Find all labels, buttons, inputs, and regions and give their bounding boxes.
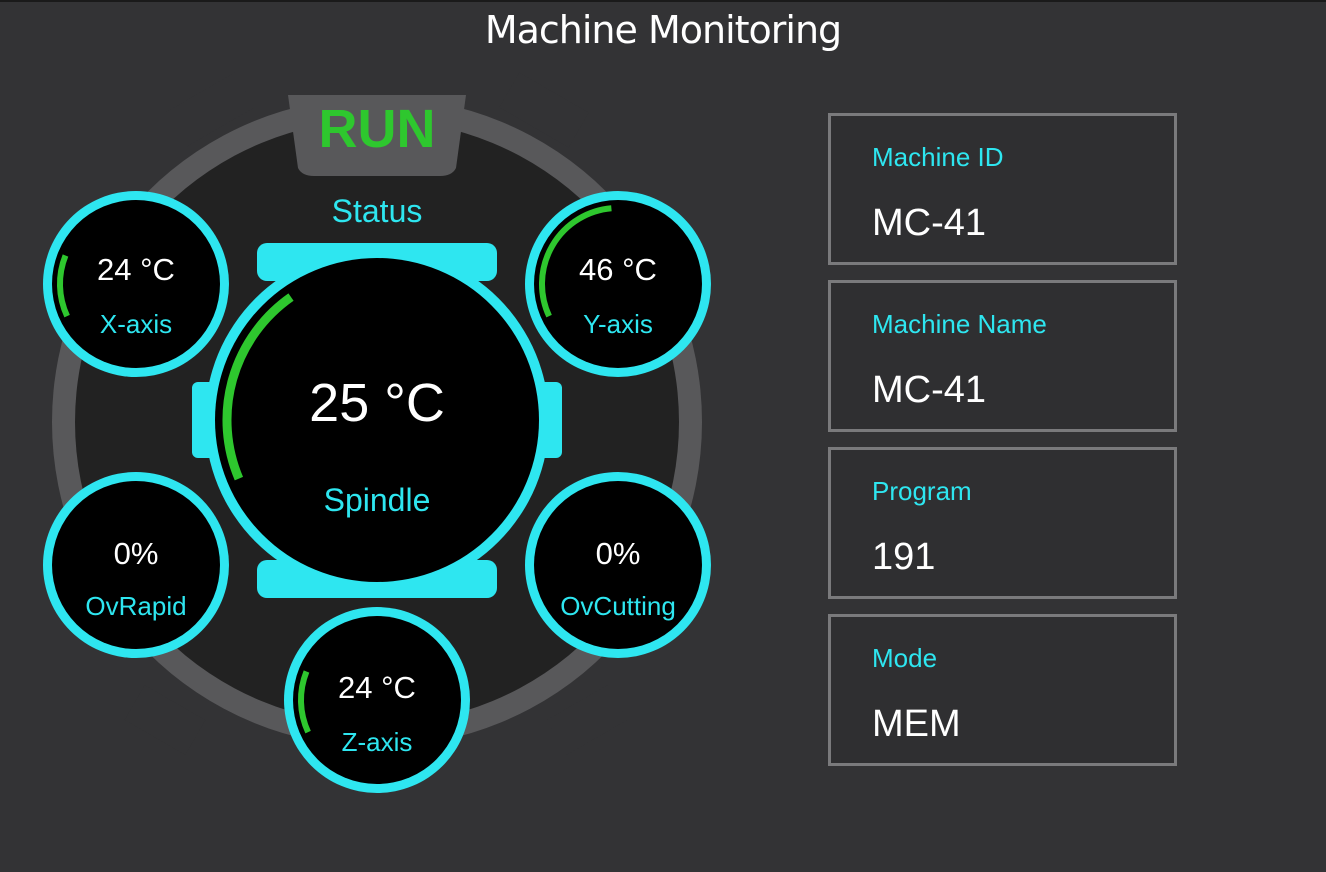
machine-dial-panel: RUN Status 25 °C Spindle 24 °C X-axis 46… bbox=[0, 0, 760, 872]
mode-value: MEM bbox=[872, 703, 961, 745]
ov-rapid-value: 0% bbox=[113, 536, 159, 571]
y-axis-temperature: 46 °C bbox=[579, 252, 657, 287]
program-label: Program bbox=[872, 476, 972, 506]
status-value: RUN bbox=[318, 99, 436, 159]
ov-rapid-label: OvRapid bbox=[85, 591, 187, 621]
x-axis-temperature: 24 °C bbox=[97, 252, 175, 287]
spindle-label: Spindle bbox=[323, 482, 431, 518]
y-axis-label: Y-axis bbox=[583, 309, 653, 339]
mode-label: Mode bbox=[872, 643, 938, 673]
machine-id-label: Machine ID bbox=[872, 142, 1004, 172]
spindle-temperature: 25 °C bbox=[309, 373, 445, 433]
status-label: Status bbox=[331, 193, 423, 229]
machine-name-value: MC-41 bbox=[872, 369, 987, 411]
x-axis-label: X-axis bbox=[99, 309, 173, 339]
program-value: 191 bbox=[872, 536, 936, 578]
z-axis-label: Z-axis bbox=[341, 727, 413, 757]
mode-card: Mode MEM bbox=[828, 614, 1177, 766]
machine-name-card: Machine Name MC-41 bbox=[828, 280, 1177, 432]
program-card: Program 191 bbox=[828, 447, 1177, 599]
machine-id-value: MC-41 bbox=[872, 202, 987, 244]
z-axis-temperature: 24 °C bbox=[338, 670, 416, 705]
machine-id-card: Machine ID MC-41 bbox=[828, 113, 1177, 265]
machine-name-label: Machine Name bbox=[872, 309, 1047, 339]
ov-cutting-label: OvCutting bbox=[560, 591, 676, 621]
ov-cutting-value: 0% bbox=[595, 536, 641, 571]
